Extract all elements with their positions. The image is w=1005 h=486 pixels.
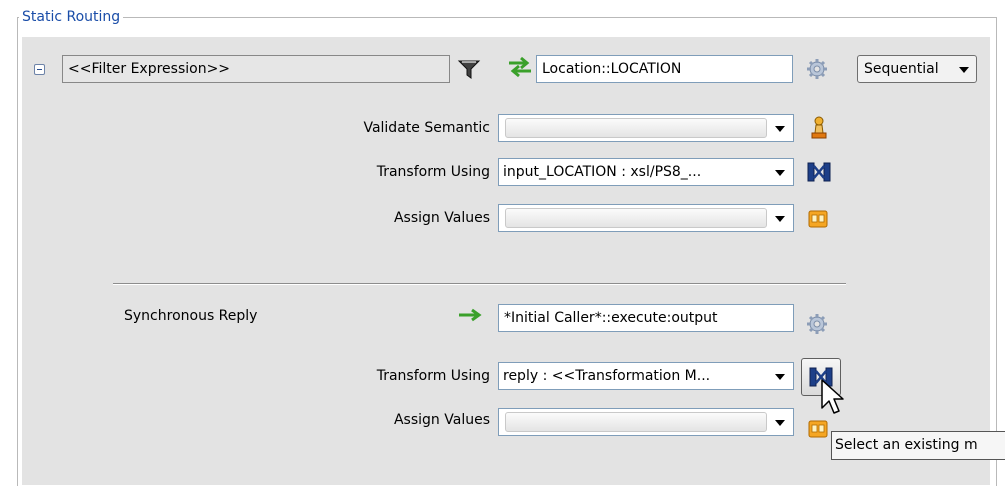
filter-expression-field[interactable]: <<Filter Expression>>: [62, 55, 450, 83]
group-title: Static Routing: [19, 7, 124, 27]
green-swap-arrows-icon: [506, 54, 534, 84]
mouse-pointer-icon: [820, 378, 846, 422]
chevron-down-icon: [775, 170, 785, 176]
assign-values-combo[interactable]: [498, 204, 794, 232]
reply-assign-values-value: [505, 412, 767, 432]
chevron-down-icon: [775, 216, 785, 222]
gear-icon[interactable]: [806, 58, 828, 84]
chevron-down-icon: [775, 420, 785, 426]
section-divider: [113, 283, 846, 284]
reply-target-field[interactable]: *Initial Caller*::execute:output: [498, 304, 794, 332]
assign-values-label: Assign Values: [393, 210, 490, 226]
reply-assign-values-combo[interactable]: [498, 408, 794, 436]
validate-semantic-value: [505, 118, 767, 138]
schematron-validate-icon[interactable]: [808, 115, 830, 145]
validate-semantic-combo[interactable]: [498, 114, 794, 142]
assign-values-value: [505, 208, 767, 228]
reply-transform-using-value: reply : <<Transformation M...: [503, 368, 711, 384]
xsl-mapper-icon[interactable]: [806, 160, 832, 188]
execution-mode-value: Sequential: [864, 61, 939, 77]
reply-transform-using-label: Transform Using: [376, 368, 490, 384]
collapse-toggle-icon[interactable]: [34, 64, 45, 75]
transform-using-label: Transform Using: [376, 164, 490, 180]
reply-transform-using-combo[interactable]: reply : <<Transformation M...: [498, 362, 794, 390]
chevron-down-icon: [959, 67, 969, 73]
transform-using-combo[interactable]: input_LOCATION : xsl/PS8_...: [498, 158, 794, 186]
transform-using-value: input_LOCATION : xsl/PS8_...: [503, 164, 702, 180]
execution-mode-dropdown[interactable]: Sequential: [857, 55, 977, 83]
reply-assign-values-label: Assign Values: [393, 412, 490, 428]
filter-funnel-icon[interactable]: [455, 56, 483, 86]
validate-semantic-label: Validate Semantic: [363, 120, 490, 136]
synchronous-reply-label: Synchronous Reply: [124, 308, 258, 324]
gear-icon[interactable]: [806, 313, 828, 339]
tooltip: Select an existing m: [831, 431, 1005, 460]
chevron-down-icon: [775, 374, 785, 380]
chevron-down-icon: [775, 126, 785, 132]
green-right-arrow-icon: [456, 305, 484, 329]
target-service-field[interactable]: Location::LOCATION: [536, 55, 793, 83]
assign-values-icon[interactable]: [807, 208, 829, 234]
